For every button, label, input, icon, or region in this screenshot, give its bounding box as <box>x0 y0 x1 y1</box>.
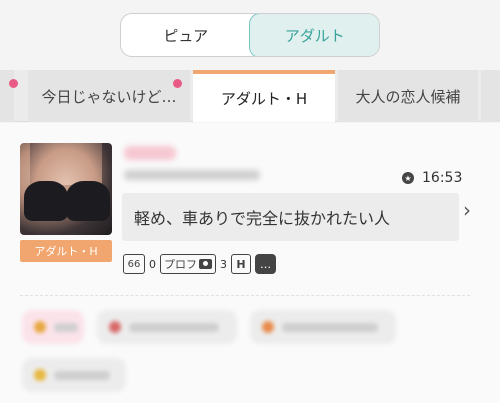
profile-photo-button[interactable]: プロフ <box>160 254 216 274</box>
tab-next-partial[interactable] <box>481 70 500 122</box>
mode-toggle: ピュア アダルト <box>120 13 380 57</box>
tag-blurred <box>97 310 237 344</box>
post-thumbnail[interactable] <box>20 143 112 235</box>
divider <box>20 295 470 296</box>
glasses-icon: 66 <box>123 254 145 274</box>
pure-option[interactable]: ピュア <box>121 14 251 56</box>
post-time: ★ 16:53 <box>402 170 462 186</box>
camera-icon <box>199 259 212 269</box>
post-time-text: 16:53 <box>422 170 463 186</box>
user-meta-blurred <box>124 170 260 180</box>
chevron-right-icon[interactable]: › <box>463 200 477 220</box>
unread-dot <box>173 79 182 88</box>
unread-dot <box>9 79 18 88</box>
category-badge: アダルト・H <box>20 240 112 262</box>
tab-prev-partial[interactable] <box>0 70 14 122</box>
profile-photo-count: 3 <box>220 257 227 271</box>
star-icon: ★ <box>402 172 414 184</box>
tag-blurred <box>250 310 396 344</box>
tab-adult-lover[interactable]: 大人の恋人候補 <box>338 70 478 122</box>
tag-blurred <box>22 310 84 344</box>
hotel-icon: H <box>231 254 251 274</box>
post-message[interactable]: 軽め、車ありで完全に抜かれたい人 <box>122 193 459 241</box>
chat-icon[interactable]: … <box>255 254 276 274</box>
photo-count: 0 <box>149 257 156 271</box>
profile-label: プロフ <box>164 258 197 271</box>
tab-adult-h[interactable]: アダルト・H <box>193 70 335 122</box>
category-tabs: 今日じゃないけど… アダルト・H 大人の恋人候補 <box>0 70 500 122</box>
tag-blurred <box>22 358 126 392</box>
tab-not-today[interactable]: 今日じゃないけど… <box>28 70 190 122</box>
username-blurred <box>124 146 176 160</box>
post-attributes: 66 0 プロフ 3 H … <box>123 254 276 274</box>
adult-option[interactable]: アダルト <box>249 14 379 56</box>
